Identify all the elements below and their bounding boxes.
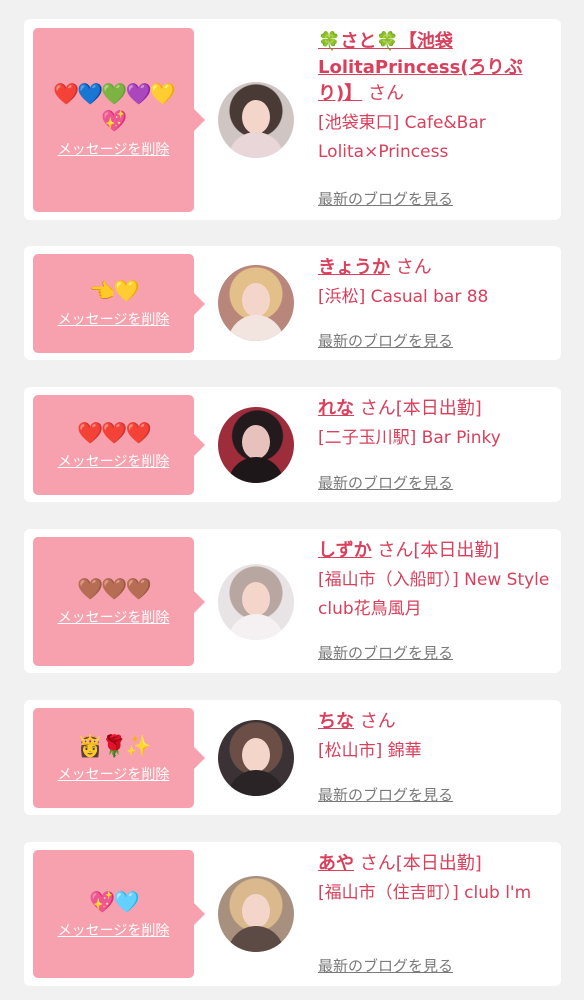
shop-name: [福山市（住吉町）] club l'm <box>318 883 532 903</box>
cast-info: きょうか さん [浜松] Casual bar 88 <box>318 255 550 312</box>
message-text: 👈💛 <box>89 279 139 303</box>
message-text: 🤎🤎🤎 <box>77 577 151 601</box>
shop-name: [池袋東口] Cafe&Bar Lolita×Princess <box>318 113 486 162</box>
message-text: 💖🩵 <box>89 889 139 914</box>
avatar[interactable] <box>218 876 294 952</box>
shop-name: [二子玉川駅] Bar Pinky <box>318 428 501 448</box>
message-text: ❤️💙💚💜💛💖 <box>53 82 176 133</box>
cast-name-link[interactable]: きょうか <box>318 257 390 278</box>
name-suffix: さん <box>367 83 404 104</box>
shop-name: [浜松] Casual bar 88 <box>318 287 489 307</box>
avatar[interactable] <box>218 720 294 796</box>
view-blog-link[interactable]: 最新のブログを見る <box>318 642 453 663</box>
cast-name-link[interactable]: れな <box>318 398 354 419</box>
message-card: 👸🌹✨ メッセージを削除 ちな さん [松山市] 錦華 最新のブログを見る <box>24 700 561 815</box>
shop-name: [松山市] 錦華 <box>318 741 422 761</box>
name-suffix: さん[本日出勤] <box>359 398 482 419</box>
delete-message-link[interactable]: メッセージを削除 <box>58 920 170 940</box>
message-bubble: 🤎🤎🤎 メッセージを削除 <box>33 537 205 666</box>
cast-info: あや さん[本日出勤] [福山市（住吉町）] club l'm <box>318 851 550 908</box>
message-bubble: 👈💛 メッセージを削除 <box>33 254 205 353</box>
delete-message-link[interactable]: メッセージを削除 <box>58 764 170 784</box>
cast-info: しずか さん[本日出勤] [福山市（入船町）] New Style club花鳥… <box>318 538 550 624</box>
delete-message-link[interactable]: メッセージを削除 <box>58 139 170 159</box>
cast-info: ちな さん [松山市] 錦華 <box>318 709 550 766</box>
cast-info: れな さん[本日出勤] [二子玉川駅] Bar Pinky <box>318 396 550 453</box>
avatar[interactable] <box>218 82 294 158</box>
message-bubble: ❤️💙💚💜💛💖 メッセージを削除 <box>33 28 205 212</box>
cast-name-link[interactable]: しずか <box>318 540 372 561</box>
name-suffix: さん[本日出勤] <box>359 853 482 874</box>
message-card: 👈💛 メッセージを削除 きょうか さん [浜松] Casual bar 88 最… <box>24 246 561 360</box>
cast-name-link[interactable]: ちな <box>318 711 354 732</box>
shop-name: [福山市（入船町）] New Style club花鳥風月 <box>318 570 550 619</box>
message-text: ❤️❤️❤️ <box>77 420 151 445</box>
view-blog-link[interactable]: 最新のブログを見る <box>318 330 453 351</box>
message-bubble: ❤️❤️❤️ メッセージを削除 <box>33 395 205 495</box>
message-text: 👸🌹✨ <box>77 733 151 758</box>
message-card: 🤎🤎🤎 メッセージを削除 しずか さん[本日出勤] [福山市（入船町）] New… <box>24 529 561 673</box>
message-bubble: 💖🩵 メッセージを削除 <box>33 850 205 978</box>
view-blog-link[interactable]: 最新のブログを見る <box>318 784 453 805</box>
message-card: ❤️❤️❤️ メッセージを削除 れな さん[本日出勤] [二子玉川駅] Bar … <box>24 387 561 502</box>
delete-message-link[interactable]: メッセージを削除 <box>58 451 170 471</box>
view-blog-link[interactable]: 最新のブログを見る <box>318 188 453 209</box>
avatar[interactable] <box>218 407 294 483</box>
view-blog-link[interactable]: 最新のブログを見る <box>318 955 453 976</box>
message-bubble: 👸🌹✨ メッセージを削除 <box>33 708 205 808</box>
cast-name-link[interactable]: あや <box>318 853 354 874</box>
avatar[interactable] <box>218 564 294 640</box>
delete-message-link[interactable]: メッセージを削除 <box>58 607 170 627</box>
cast-info: 🍀さと🍀【池袋LolitaPrincess(ろりぷり)】 さん [池袋東口] C… <box>318 29 550 167</box>
delete-message-link[interactable]: メッセージを削除 <box>58 309 170 329</box>
name-suffix: さん <box>359 711 396 732</box>
avatar[interactable] <box>218 265 294 341</box>
name-suffix: さん[本日出勤] <box>377 540 500 561</box>
name-suffix: さん <box>395 257 432 278</box>
view-blog-link[interactable]: 最新のブログを見る <box>318 472 453 493</box>
message-card: ❤️💙💚💜💛💖 メッセージを削除 🍀さと🍀【池袋LolitaPrincess(ろ… <box>24 19 561 220</box>
message-card: 💖🩵 メッセージを削除 あや さん[本日出勤] [福山市（住吉町）] club … <box>24 842 561 986</box>
cast-name-link[interactable]: 🍀さと🍀【池袋LolitaPrincess(ろりぷり)】 <box>318 31 523 104</box>
